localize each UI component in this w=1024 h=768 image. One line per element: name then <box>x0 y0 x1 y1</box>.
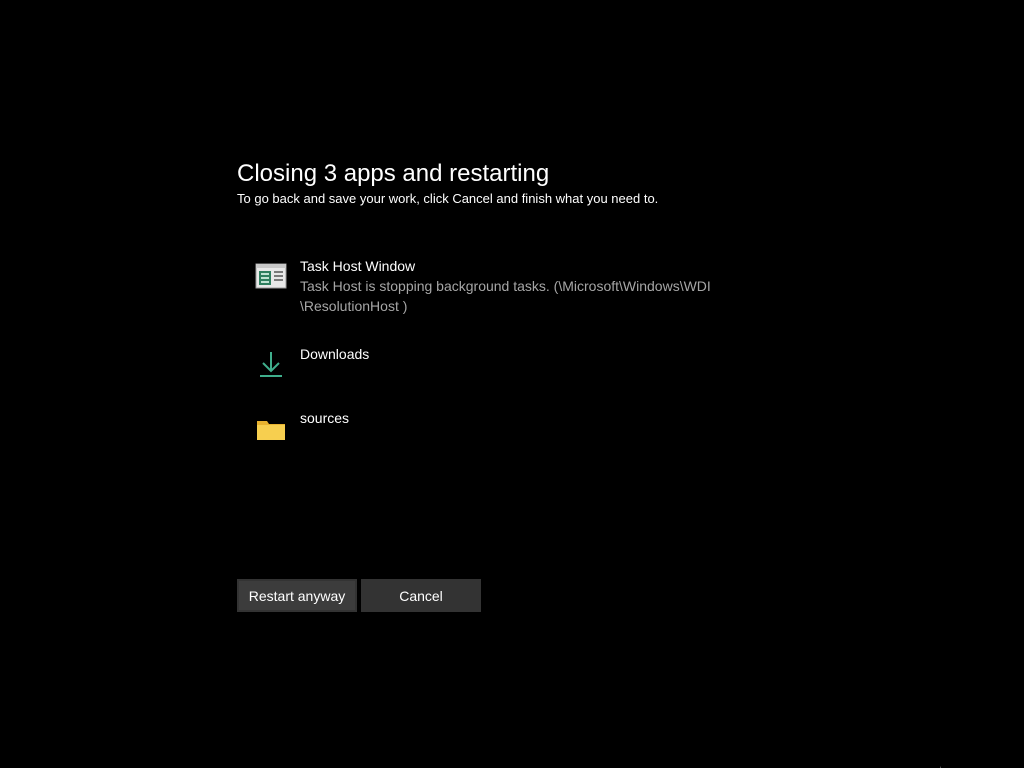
app-list: Task Host Window Task Host is stopping b… <box>255 256 775 472</box>
cancel-button[interactable]: Cancel <box>361 579 481 612</box>
app-description-continued: \ResolutionHost ) <box>300 298 408 314</box>
app-item-downloads: Downloads <box>255 344 775 404</box>
app-text: sources <box>300 408 760 428</box>
download-arrow-icon <box>255 348 287 380</box>
closing-apps-dialog: Closing 3 apps and restarting To go back… <box>237 158 797 612</box>
mouse-pointer-icon <box>939 760 949 768</box>
restart-anyway-button[interactable]: Restart anyway <box>237 579 357 612</box>
app-item-sources: sources <box>255 408 775 468</box>
app-text: Downloads <box>300 344 760 364</box>
task-host-window-icon <box>255 260 287 292</box>
dialog-title: Closing 3 apps and restarting <box>237 160 550 187</box>
button-row: Restart anyway Cancel <box>237 579 485 612</box>
folder-icon <box>255 412 287 444</box>
restart-screen: Closing 3 apps and restarting To go back… <box>0 0 1024 768</box>
app-name: sources <box>300 410 350 426</box>
dialog-subtitle: To go back and save your work, click Can… <box>237 191 659 206</box>
app-name: Downloads <box>300 346 370 362</box>
app-name: Task Host Window <box>300 258 416 274</box>
app-item-task-host-window: Task Host Window Task Host is stopping b… <box>255 256 775 340</box>
app-description: Task Host is stopping background tasks. … <box>300 278 711 294</box>
app-text: Task Host Window Task Host is stopping b… <box>300 256 760 316</box>
